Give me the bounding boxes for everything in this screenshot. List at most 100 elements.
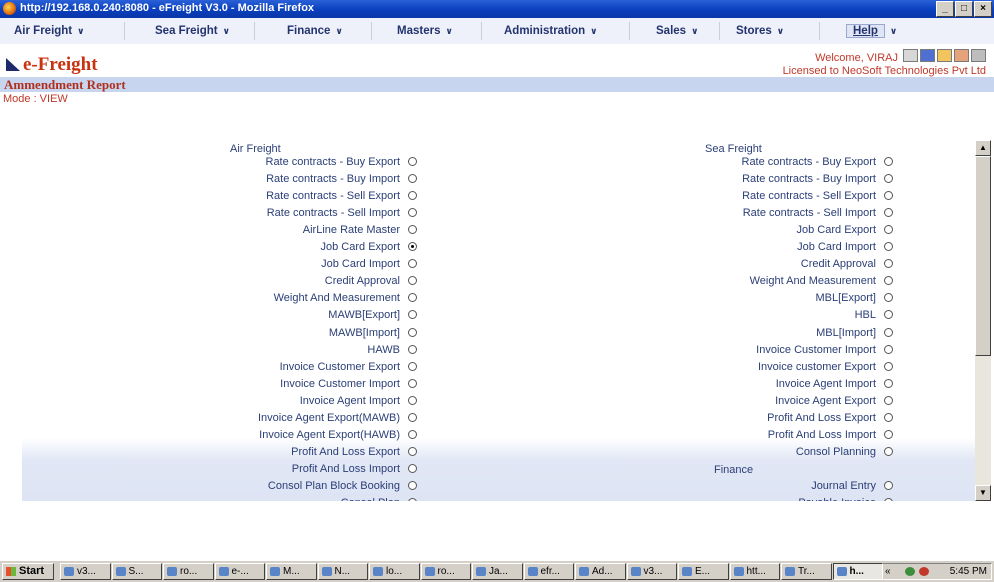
sea-freight-option[interactable]: Credit Approval — [22, 256, 896, 272]
option-radio[interactable] — [884, 191, 893, 201]
option-radio[interactable] — [884, 259, 893, 269]
menu-sea-freight[interactable]: Sea Freight ∨ — [125, 22, 255, 40]
mode-label: Mode : VIEW — [3, 93, 68, 105]
finance-section-title: Finance — [714, 463, 754, 476]
scroll-down-icon[interactable]: ▼ — [975, 485, 991, 501]
option-radio[interactable] — [884, 429, 893, 439]
menu-air-freight[interactable]: Air Freight ∨ — [0, 22, 125, 40]
taskbar-window-button[interactable]: h... — [832, 563, 883, 580]
finance-option[interactable]: Journal Entry — [22, 478, 896, 494]
sea-freight-option[interactable]: Weight And Measurement — [22, 273, 896, 289]
start-button[interactable]: Start — [2, 563, 54, 580]
option-radio[interactable] — [884, 344, 893, 354]
option-radio[interactable] — [884, 498, 893, 501]
menu-administration[interactable]: Administration ∨ — [482, 22, 630, 40]
taskbar-window-button[interactable]: N... — [317, 563, 368, 580]
option-label: Invoice Customer Import — [756, 343, 876, 356]
window-title-bar: http://192.168.0.240:8080 - eFreight V3.… — [0, 0, 994, 18]
option-radio[interactable] — [884, 174, 893, 184]
option-radio[interactable] — [884, 310, 893, 320]
taskbar-window-button[interactable]: v3... — [60, 563, 111, 580]
option-radio[interactable] — [884, 412, 893, 422]
sea-freight-option[interactable]: Consol Planning — [22, 444, 896, 460]
sea-freight-option[interactable]: Invoice Customer Import — [22, 342, 896, 358]
option-radio[interactable] — [884, 480, 893, 490]
option-radio[interactable] — [884, 157, 893, 166]
sea-freight-option[interactable]: MBL[Import] — [22, 325, 896, 341]
sea-freight-option[interactable]: MBL[Export] — [22, 290, 896, 306]
theme-swatch[interactable] — [971, 49, 986, 62]
menu-help[interactable]: Help ∨ — [840, 22, 918, 40]
option-label: Rate contracts - Sell Export — [742, 190, 876, 203]
taskbar-window-button[interactable]: htt... — [729, 563, 780, 580]
theme-swatch[interactable] — [903, 49, 918, 62]
taskbar-window-button[interactable]: E... — [678, 563, 729, 580]
minimize-button[interactable]: _ — [936, 1, 954, 17]
taskbar-window-button[interactable]: ro... — [420, 563, 471, 580]
efreight-logo: e-Freight — [6, 54, 98, 76]
option-radio[interactable] — [408, 463, 417, 473]
vertical-scrollbar[interactable]: ▲ ▼ — [975, 140, 991, 501]
menu-stores[interactable]: Stores ∨ — [720, 22, 820, 40]
option-radio[interactable] — [884, 395, 893, 405]
theme-swatch[interactable] — [920, 49, 935, 62]
sea-freight-option[interactable]: Rate contracts - Buy Export — [22, 154, 896, 170]
option-label: Profit And Loss Import — [291, 462, 400, 475]
menu-masters[interactable]: Masters ∨ — [372, 22, 482, 40]
taskbar-window-button[interactable]: e-... — [214, 563, 265, 580]
page-title: Ammendment Report — [0, 77, 994, 92]
windows-taskbar: Start « 5:45 PM v3... S... ro... e-... M... N… — [0, 560, 994, 582]
sea-freight-option[interactable]: Rate contracts - Sell Export — [22, 188, 896, 204]
taskbar-window-button[interactable]: S... — [111, 563, 162, 580]
sea-freight-option[interactable]: Job Card Import — [22, 239, 896, 255]
option-label: Job Card Export — [796, 224, 876, 237]
menu-finance[interactable]: Finance ∨ — [255, 22, 372, 40]
option-label: Journal Entry — [811, 479, 876, 492]
welcome-text: Welcome, VIRAJ — [815, 52, 898, 64]
option-radio[interactable] — [884, 327, 893, 337]
close-button[interactable]: × — [974, 1, 992, 17]
option-label: Rate contracts - Sell Import — [742, 207, 876, 220]
option-label: MBL[Import] — [816, 326, 876, 339]
taskbar-window-button[interactable]: Ja... — [472, 563, 523, 580]
option-radio[interactable] — [884, 276, 893, 286]
window-controls: _ □ × — [936, 1, 992, 17]
air-freight-option[interactable]: Profit And Loss Import — [22, 461, 420, 477]
chevron-down-icon: ∨ — [691, 26, 699, 36]
taskbar-window-button[interactable]: lo... — [369, 563, 420, 580]
option-label: Invoice Agent Import — [775, 377, 876, 390]
option-radio[interactable] — [884, 225, 893, 235]
taskbar-window-button[interactable]: v3... — [626, 563, 677, 580]
option-radio[interactable] — [884, 361, 893, 371]
option-radio[interactable] — [884, 208, 893, 218]
sea-freight-option[interactable]: Invoice Agent Import — [22, 376, 896, 392]
option-radio[interactable] — [884, 293, 893, 303]
taskbar-window-button[interactable]: Tr... — [781, 563, 832, 580]
taskbar-window-button[interactable]: ro... — [163, 563, 214, 580]
taskbar-window-button[interactable]: efr... — [523, 563, 574, 580]
theme-swatch[interactable] — [937, 49, 952, 62]
maximize-button[interactable]: □ — [955, 1, 973, 17]
sea-freight-option[interactable]: Profit And Loss Export — [22, 410, 896, 426]
clock: 5:45 PM — [949, 566, 987, 577]
theme-swatch[interactable] — [954, 49, 969, 62]
menu-sales[interactable]: Sales ∨ — [630, 22, 720, 40]
sea-freight-option[interactable]: Invoice customer Export — [22, 359, 896, 375]
system-tray: « 5:45 PM — [880, 563, 992, 580]
option-label: Rate contracts - Buy Export — [741, 156, 877, 168]
sea-freight-option[interactable]: HBL — [22, 307, 896, 323]
taskbar-window-button[interactable]: Ad... — [575, 563, 626, 580]
option-radio[interactable] — [884, 378, 893, 388]
option-radio[interactable] — [884, 446, 893, 456]
scroll-up-icon[interactable]: ▲ — [975, 140, 991, 156]
option-radio[interactable] — [884, 242, 893, 252]
sea-freight-option[interactable]: Job Card Export — [22, 222, 896, 238]
sea-freight-option[interactable]: Rate contracts - Sell Import — [22, 205, 896, 221]
taskbar-window-button[interactable]: M... — [266, 563, 317, 580]
sea-freight-option[interactable]: Rate contracts - Buy Import — [22, 171, 896, 187]
sea-freight-option[interactable]: Profit And Loss Import — [22, 427, 896, 443]
tray-expand-icon[interactable]: « — [885, 564, 891, 579]
scroll-thumb[interactable] — [975, 156, 991, 356]
sea-freight-option[interactable]: Invoice Agent Export — [22, 393, 896, 409]
finance-option[interactable]: Payable Invoice — [22, 495, 896, 501]
